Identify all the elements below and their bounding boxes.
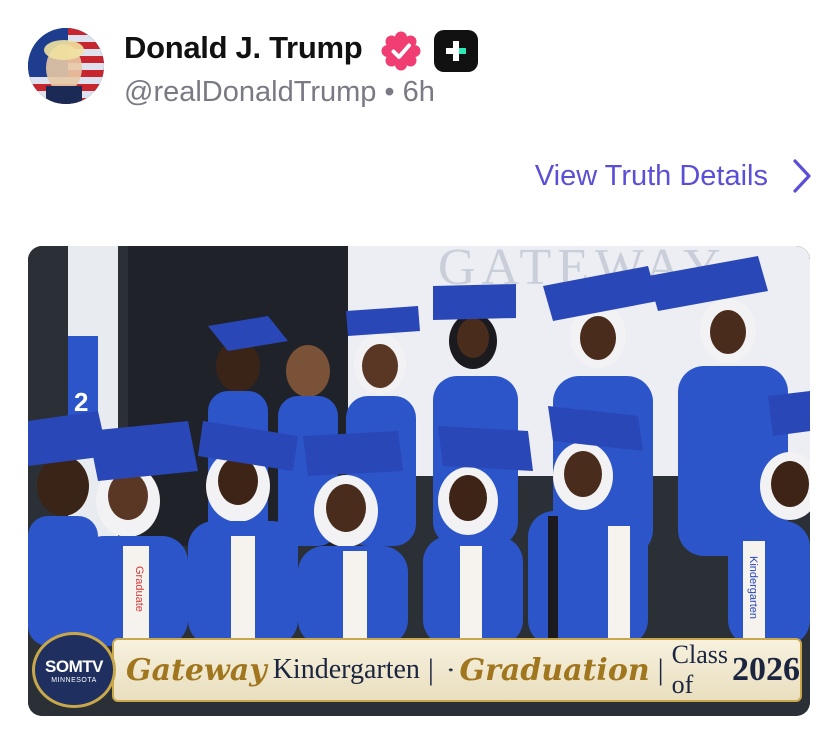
post-media-image[interactable]: 2 GATEWAY Graduate Kindergarten Gateway … [28,246,810,716]
stole-text-2: Kindergarten [747,556,759,619]
chevron-right-icon [793,159,811,193]
somtv-logo: SOMTV MINNESOTA [32,632,116,708]
stole-text: Graduate [133,566,145,612]
avatar-image [28,28,104,104]
banner-kindergarten: Kindergarten [272,654,420,685]
verified-badge-icon [381,31,421,71]
banner-separator-1: | [427,653,434,686]
handle-line: @realDonaldTrump • 6h [124,76,435,109]
graduation-cap-icon [448,668,454,672]
separator-dot: • [384,76,395,108]
avatar[interactable] [28,28,104,104]
graduation-banner: Gateway Kindergarten | Graduation | Clas… [28,632,810,716]
view-truth-details-link[interactable]: View Truth Details [535,158,812,194]
view-truth-details-label: View Truth Details [534,159,768,192]
author-name[interactable]: Donald J. Trump [124,30,363,66]
author-handle[interactable]: @realDonaldTrump [124,76,376,108]
banner-year: 2026 [732,651,800,688]
somtv-name: SOMTV [45,656,103,676]
post-time[interactable]: 6h [403,76,435,108]
flag-number: 2 [74,387,88,417]
banner-class-label: Class of [671,640,728,699]
banner-plate: Gateway Kindergarten | Graduation | Clas… [112,638,802,702]
banner-separator-2: | [657,653,664,686]
somtv-region: MINNESOTA [51,676,97,684]
plus-badge-icon [434,30,478,72]
banner-graduation: Graduation [459,652,650,688]
banner-gateway: Gateway [126,652,267,688]
